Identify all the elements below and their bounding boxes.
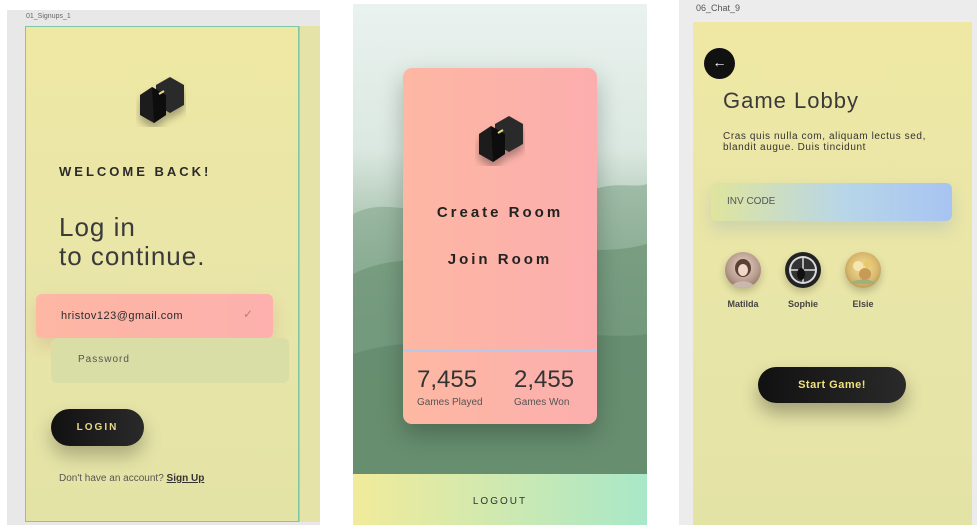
- login-title-line1: Log in: [59, 212, 136, 242]
- invite-code-placeholder: INV CODE: [727, 196, 776, 207]
- back-arrow-icon: ←: [712, 54, 727, 70]
- room-card-top: Create Room Join Room: [403, 68, 597, 349]
- signup-line: Don't have an account? Sign Up: [59, 473, 204, 484]
- welcome-heading: WELCOME BACK!: [59, 164, 212, 179]
- stats-panel: 7,455 Games Played 2,455 Games Won: [403, 352, 597, 424]
- room-menu-screen: Create Room Join Room 7,455 Games Played…: [353, 4, 647, 525]
- screen1-artboard-label: 01_Signups_1: [26, 13, 71, 20]
- back-button[interactable]: ←: [704, 48, 735, 79]
- avatar-sophie[interactable]: [785, 252, 821, 288]
- sophie-photo: [789, 256, 817, 284]
- signup-link[interactable]: Sign Up: [167, 473, 205, 484]
- logo-icon: [479, 116, 523, 162]
- lobby-description: Cras quis nulla com, aliquam lectus sed,…: [723, 131, 926, 153]
- games-played-label: Games Played: [417, 397, 483, 408]
- check-icon: ✓: [242, 307, 253, 321]
- screen3-artboard-label: 06_Chat_9: [696, 3, 741, 13]
- logout-label: LOGOUT: [472, 496, 528, 507]
- games-won-label: Games Won: [514, 397, 570, 408]
- player-name-matilda: Matilda: [727, 299, 759, 309]
- lobby-title: Game Lobby: [723, 88, 859, 113]
- start-game-button[interactable]: Start Game!: [758, 367, 906, 403]
- games-played-value: 7,455: [417, 366, 478, 393]
- login-title: Log in to continue.: [59, 213, 205, 271]
- player-name-sophie: Sophie: [787, 299, 818, 309]
- login-screen: WELCOME BACK! Log in to continue. hristo…: [25, 26, 299, 522]
- signup-prompt: Don't have an account?: [59, 473, 164, 484]
- create-room-button[interactable]: Create Room: [403, 204, 597, 221]
- login-button[interactable]: LOGIN: [51, 409, 144, 446]
- invite-code-input[interactable]: INV CODE: [711, 183, 952, 221]
- email-value: hristov123@gmail.com: [61, 310, 184, 322]
- password-placeholder: Password: [78, 354, 130, 365]
- screen1-side-strip: [299, 26, 320, 522]
- matilda-photo: [731, 259, 755, 288]
- login-title-line2: to continue.: [59, 241, 206, 271]
- password-field[interactable]: Password: [51, 338, 289, 383]
- logo-icon: [140, 77, 184, 123]
- email-field[interactable]: hristov123@gmail.com ✓: [36, 294, 273, 338]
- avatar-elsie[interactable]: [845, 252, 881, 288]
- player-name-elsie: Elsie: [852, 299, 874, 309]
- games-won-value: 2,455: [514, 366, 575, 393]
- avatar-matilda[interactable]: [725, 252, 761, 288]
- join-room-button[interactable]: Join Room: [403, 251, 597, 268]
- logout-bar[interactable]: LOGOUT: [353, 474, 647, 525]
- room-card: Create Room Join Room 7,455 Games Played…: [403, 68, 597, 424]
- elsie-photo: [849, 260, 877, 284]
